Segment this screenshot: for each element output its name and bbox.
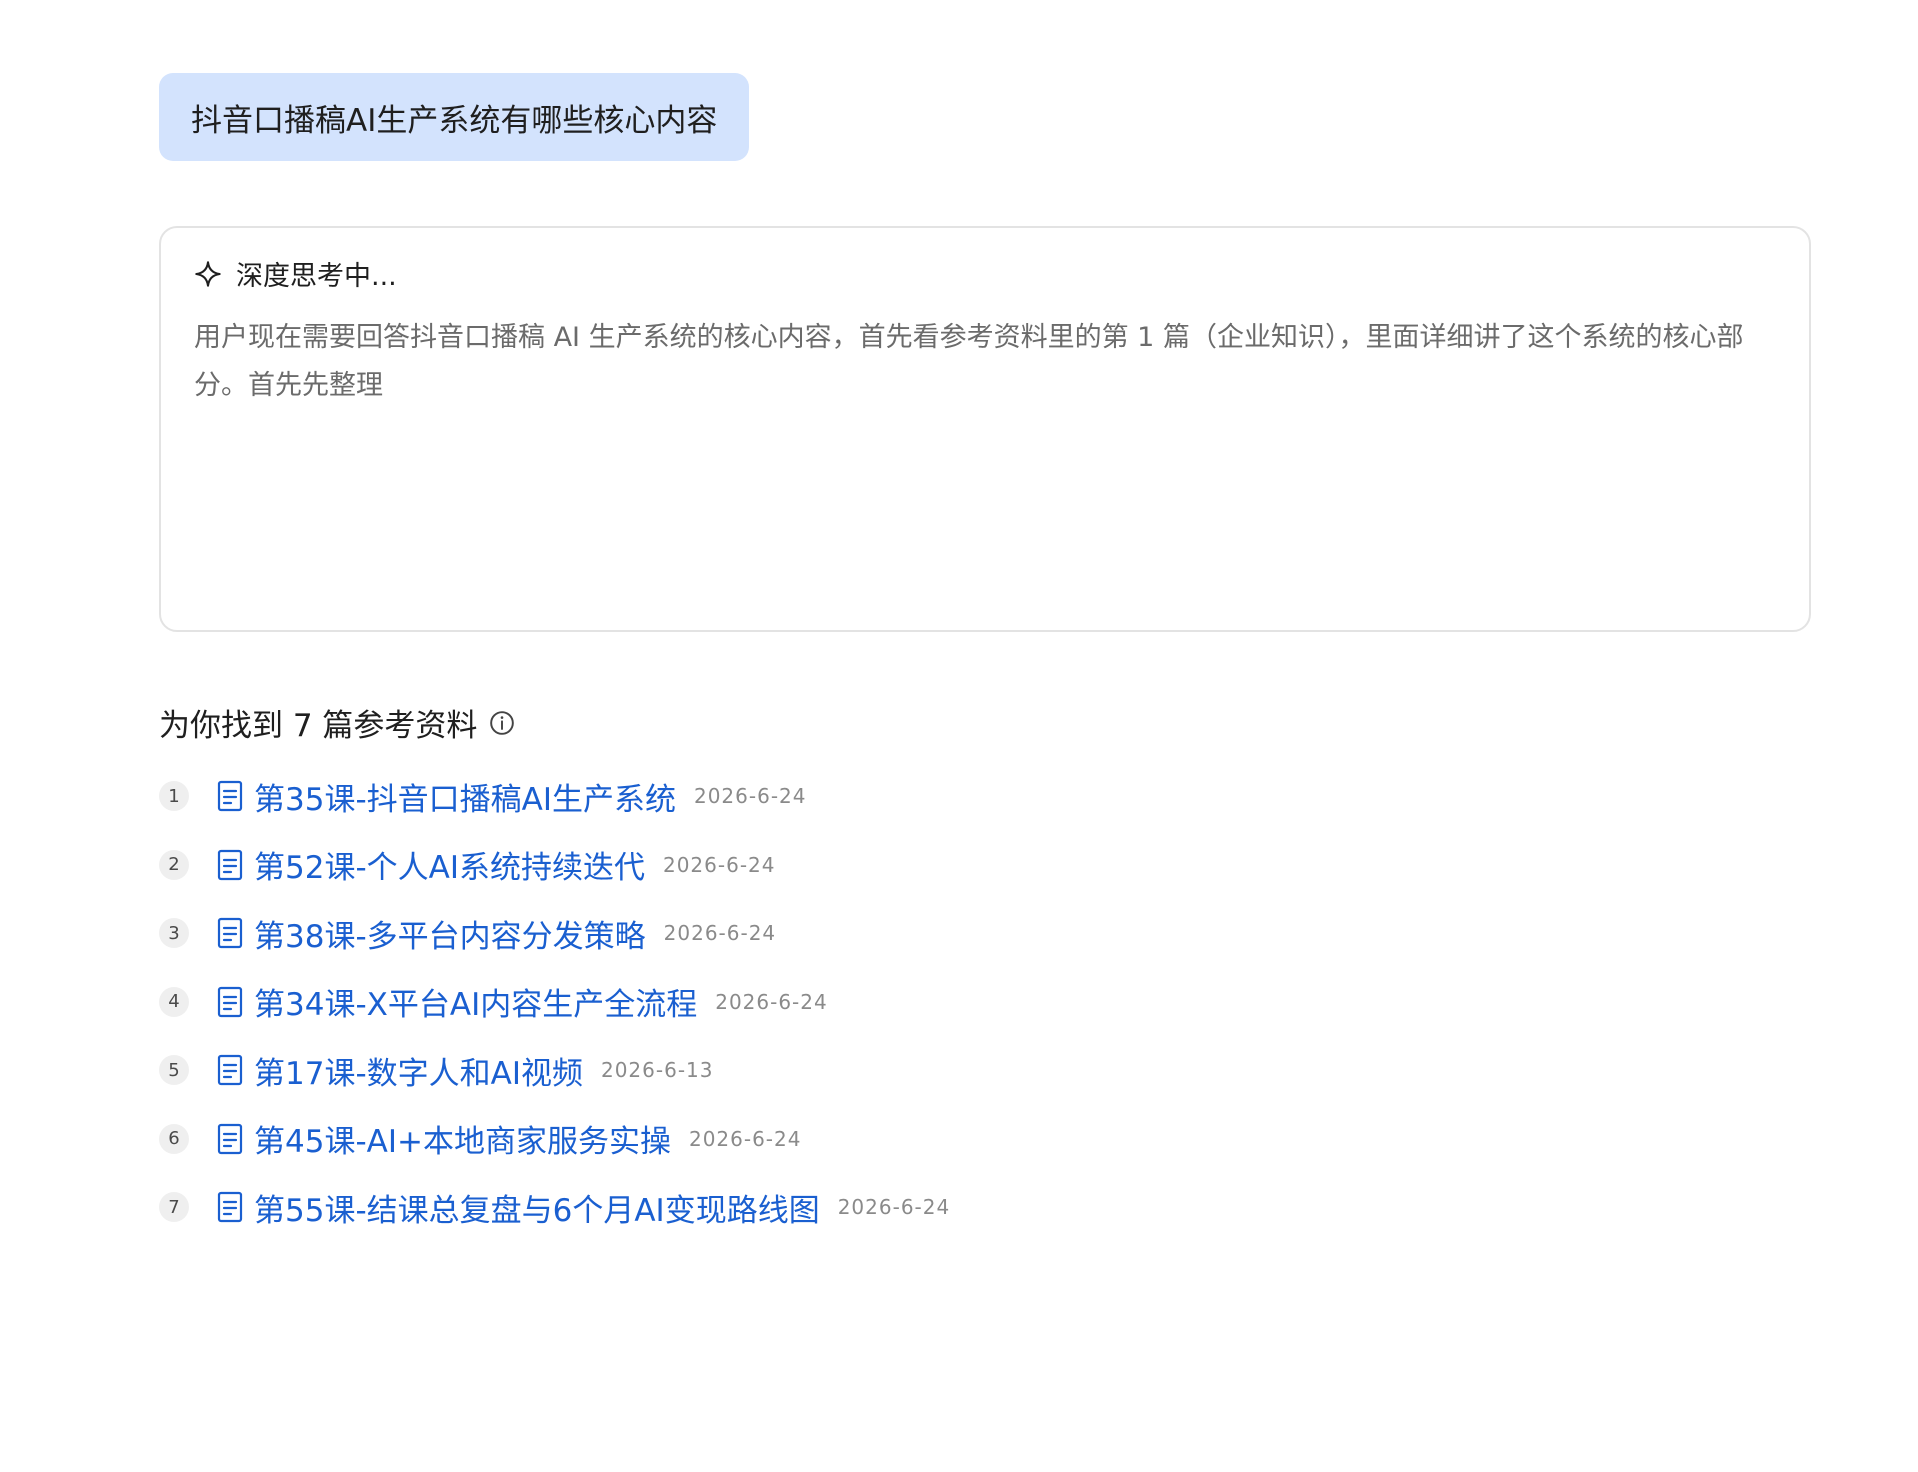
document-icon xyxy=(216,780,244,812)
document-icon xyxy=(216,1054,244,1086)
sparkle-icon xyxy=(194,260,222,288)
reference-title-link[interactable]: 第35课-抖音口播稿AI生产系统 xyxy=(254,774,676,819)
reference-index-badge: 5 xyxy=(159,1055,189,1086)
reference-title-link[interactable]: 第45课-AI+本地商家服务实操 xyxy=(254,1116,671,1161)
user-query-text: 抖音口播稿AI生产系统有哪些核心内容 xyxy=(191,102,718,139)
thinking-header: 深度思考中... xyxy=(194,254,397,293)
reference-index-badge: 4 xyxy=(159,986,189,1017)
document-icon xyxy=(216,1191,244,1223)
reference-item[interactable]: 5 第17课-数字人和AI视频 2026-6-13 xyxy=(159,1036,950,1105)
reference-title-link[interactable]: 第55课-结课总复盘与6个月AI变现路线图 xyxy=(254,1185,820,1230)
reference-date: 2026-6-24 xyxy=(663,921,777,946)
references-heading: 为你找到 7 篇参考资料 xyxy=(159,700,515,745)
reference-title-link[interactable]: 第52课-个人AI系统持续迭代 xyxy=(254,842,645,887)
user-query-bubble: 抖音口播稿AI生产系统有哪些核心内容 xyxy=(159,73,750,161)
reference-index-badge: 3 xyxy=(159,918,189,949)
reference-index-badge: 2 xyxy=(159,849,189,880)
document-icon xyxy=(216,849,244,881)
reference-title-link[interactable]: 第34课-X平台AI内容生产全流程 xyxy=(254,979,697,1024)
document-icon xyxy=(216,986,244,1018)
document-icon xyxy=(216,1123,244,1155)
document-icon xyxy=(216,917,244,949)
reference-index-badge: 7 xyxy=(159,1192,189,1223)
reference-date: 2026-6-24 xyxy=(662,852,776,877)
reference-item[interactable]: 3 第38课-多平台内容分发策略 2026-6-24 xyxy=(159,899,950,968)
reference-item[interactable]: 2 第52课-个人AI系统持续迭代 2026-6-24 xyxy=(159,831,950,900)
reference-item[interactable]: 6 第45课-AI+本地商家服务实操 2026-6-24 xyxy=(159,1105,950,1174)
reference-title-link[interactable]: 第17课-数字人和AI视频 xyxy=(254,1048,583,1093)
reference-date: 2026-6-13 xyxy=(600,1058,714,1083)
thinking-status: 深度思考中... xyxy=(236,261,397,292)
reference-item[interactable]: 4 第34课-X平台AI内容生产全流程 2026-6-24 xyxy=(159,968,950,1037)
info-icon[interactable] xyxy=(489,710,515,736)
reference-index-badge: 6 xyxy=(159,1123,189,1154)
reference-date: 2026-6-24 xyxy=(693,784,807,809)
reference-title-link[interactable]: 第38课-多平台内容分发策略 xyxy=(254,911,646,956)
references-list: 1 第35课-抖音口播稿AI生产系统 2026-6-24 2 第52课-个人AI… xyxy=(159,762,950,1242)
references-heading-text: 为你找到 7 篇参考资料 xyxy=(159,708,478,744)
reference-item[interactable]: 7 第55课-结课总复盘与6个月AI变现路线图 2026-6-24 xyxy=(159,1173,950,1242)
reference-date: 2026-6-24 xyxy=(837,1195,951,1220)
reference-item[interactable]: 1 第35课-抖音口播稿AI生产系统 2026-6-24 xyxy=(159,762,950,831)
reference-date: 2026-6-24 xyxy=(715,989,828,1014)
reference-date: 2026-6-24 xyxy=(688,1126,802,1151)
thinking-panel: 深度思考中... 用户现在需要回答抖音口播稿 AI 生产系统的核心内容，首先看参… xyxy=(159,226,1811,632)
thinking-content: 用户现在需要回答抖音口播稿 AI 生产系统的核心内容，首先看参考资料里的第 1 … xyxy=(194,322,1744,401)
reference-index-badge: 1 xyxy=(159,781,189,812)
